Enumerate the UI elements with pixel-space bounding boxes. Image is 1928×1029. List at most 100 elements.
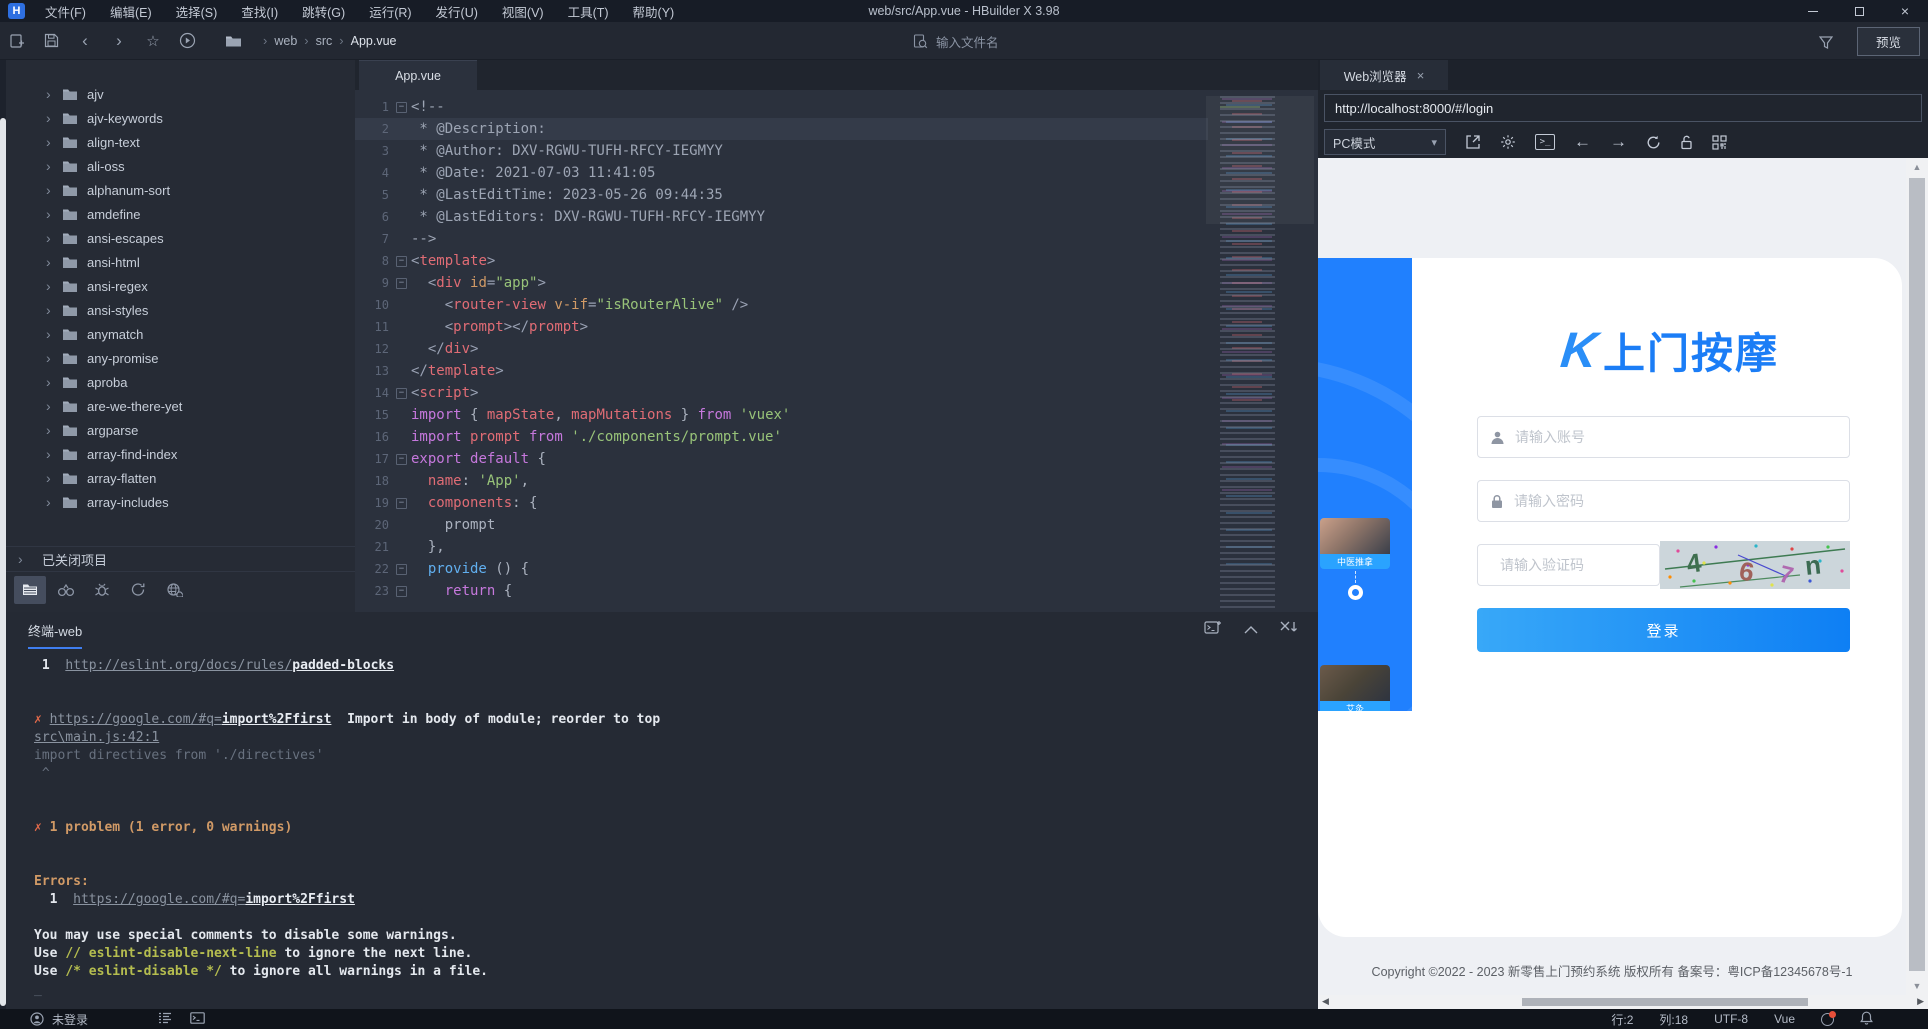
encoding-indicator[interactable]: UTF-8 <box>1714 1012 1748 1026</box>
settings-button[interactable] <box>1500 134 1516 150</box>
minimap[interactable] <box>1212 96 1310 608</box>
scroll-right-icon[interactable]: ▶ <box>1917 996 1924 1007</box>
minimize-button[interactable] <box>1790 0 1836 22</box>
fold-toggle[interactable] <box>396 146 407 157</box>
captcha-field[interactable] <box>1477 544 1660 586</box>
filter-button[interactable] <box>1809 29 1843 55</box>
chevron-right-icon[interactable] <box>46 470 62 486</box>
menu-item[interactable]: 视图(V) <box>492 0 554 23</box>
minimap-viewport[interactable] <box>1206 96 1314 224</box>
tree-item-folder[interactable]: ali-oss <box>6 154 355 178</box>
favorite-button[interactable]: ☆ <box>136 28 170 54</box>
breadcrumb-item[interactable]: src <box>297 33 332 48</box>
close-terminal-button[interactable] <box>1280 621 1298 637</box>
chevron-right-icon[interactable] <box>46 326 62 342</box>
fold-toggle[interactable] <box>396 476 407 487</box>
fold-toggle[interactable] <box>396 520 407 531</box>
fold-toggle[interactable]: − <box>396 256 407 267</box>
forward-button[interactable]: › <box>102 28 136 54</box>
menu-item[interactable]: 文件(F) <box>35 0 96 23</box>
login-status[interactable]: 未登录 <box>30 1011 88 1028</box>
captcha-input[interactable] <box>1500 557 1681 573</box>
tree-item-folder[interactable]: ajv <box>6 82 355 106</box>
tree-item-folder[interactable]: any-promise <box>6 346 355 370</box>
code-line[interactable]: 8 − <template> <box>355 250 1208 272</box>
chevron-right-icon[interactable] <box>46 494 62 510</box>
collapse-panel-button[interactable] <box>1244 622 1258 637</box>
tree-item-folder[interactable]: ansi-regex <box>6 274 355 298</box>
captcha-image[interactable]: 4 6 7 n <box>1660 541 1850 589</box>
tab-app-vue[interactable]: App.vue <box>359 60 477 90</box>
vertical-scroll-thumb[interactable] <box>1909 178 1925 971</box>
chevron-right-icon[interactable] <box>46 110 62 126</box>
fold-toggle[interactable] <box>396 124 407 135</box>
code-line[interactable]: 7 --> <box>355 228 1208 250</box>
notifications-button[interactable] <box>1860 1011 1873 1028</box>
code-line[interactable]: 2 * @Description: <box>355 118 1208 140</box>
fold-toggle[interactable]: − <box>396 498 407 509</box>
fold-toggle[interactable] <box>396 190 407 201</box>
chevron-right-icon[interactable] <box>46 302 62 318</box>
chevron-right-icon[interactable] <box>46 398 62 414</box>
language-mode-indicator[interactable]: Vue <box>1774 1012 1795 1026</box>
code-line[interactable]: 17 − export default { <box>355 448 1208 470</box>
save-button[interactable] <box>34 28 68 54</box>
code-line[interactable]: 6 * @LastEditors: DXV-RGWU-TUFH-RFCY-IEG… <box>355 206 1208 228</box>
chevron-right-icon[interactable] <box>46 374 62 390</box>
code-line[interactable]: 3 * @Author: DXV-RGWU-TUFH-RFCY-IEGMYY <box>355 140 1208 162</box>
new-file-button[interactable] <box>0 28 34 54</box>
chevron-right-icon[interactable] <box>46 278 62 294</box>
code-line[interactable]: 19 − components: { <box>355 492 1208 514</box>
code-line[interactable]: 11 <prompt></prompt> <box>355 316 1208 338</box>
menu-item[interactable]: 跳转(G) <box>292 0 355 23</box>
tree-item-folder[interactable]: array-find-index <box>6 442 355 466</box>
console-button[interactable] <box>1535 134 1555 150</box>
fold-toggle[interactable]: − <box>396 454 407 465</box>
menu-item[interactable]: 查找(I) <box>231 0 288 23</box>
tree-item-folder[interactable]: array-includes <box>6 490 355 514</box>
tree-item-folder[interactable]: array-flatten <box>6 466 355 490</box>
code-line[interactable]: 13 </template> <box>355 360 1208 382</box>
new-terminal-button[interactable] <box>1204 620 1222 638</box>
fold-toggle[interactable] <box>396 212 407 223</box>
password-input[interactable] <box>1514 493 1837 509</box>
cursor-row-indicator[interactable]: 行:2 <box>1611 1011 1633 1028</box>
fold-toggle[interactable]: − <box>396 388 407 399</box>
close-button[interactable]: × <box>1882 0 1928 22</box>
code-line[interactable]: 16 import prompt from './components/prom… <box>355 426 1208 448</box>
tree-item-folder[interactable]: ansi-escapes <box>6 226 355 250</box>
browser-back-button[interactable]: ← <box>1574 132 1591 152</box>
fold-toggle[interactable] <box>396 344 407 355</box>
menu-item[interactable]: 帮助(Y) <box>623 0 685 23</box>
closed-projects-row[interactable]: 已关闭项目 <box>6 546 355 571</box>
tree-item-folder[interactable]: alphanum-sort <box>6 178 355 202</box>
code-line[interactable]: 5 * @LastEditTime: 2023-05-26 09:44:35 <box>355 184 1208 206</box>
chevron-right-icon[interactable] <box>46 206 62 222</box>
browser-tab[interactable]: Web浏览器 × <box>1320 60 1448 90</box>
browser-forward-button[interactable]: → <box>1610 132 1627 152</box>
tree-item-folder[interactable]: ajv-keywords <box>6 106 355 130</box>
cursor-col-indicator[interactable]: 列:18 <box>1659 1011 1688 1028</box>
update-notification-icon[interactable] <box>1821 1013 1834 1026</box>
menu-item[interactable]: 编辑(E) <box>100 0 162 23</box>
horizontal-scroll-thumb[interactable] <box>1522 998 1808 1006</box>
code-line[interactable]: 9 − <div id="app"> <box>355 272 1208 294</box>
scroll-up-icon[interactable]: ▲ <box>1906 162 1928 172</box>
qrcode-button[interactable] <box>1712 135 1727 150</box>
chevron-right-icon[interactable] <box>46 254 62 270</box>
breadcrumb-item[interactable]: web <box>256 33 297 48</box>
fold-toggle[interactable] <box>396 366 407 377</box>
scroll-left-icon[interactable]: ◀ <box>1322 996 1329 1007</box>
menu-item[interactable]: 工具(T) <box>558 0 619 23</box>
debug-view-button[interactable] <box>86 576 118 604</box>
tree-item-folder[interactable]: amdefine <box>6 202 355 226</box>
run-button[interactable] <box>170 28 204 54</box>
code-editor[interactable]: App.vue 1 − <!-- 2 * @Description: 3 <box>355 60 1318 612</box>
scroll-down-icon[interactable]: ▼ <box>1906 981 1928 991</box>
maximize-button[interactable] <box>1836 0 1882 22</box>
chevron-right-icon[interactable] <box>46 230 62 246</box>
remote-view-button[interactable] <box>158 576 190 604</box>
fold-toggle[interactable] <box>396 168 407 179</box>
fold-toggle[interactable] <box>396 432 407 443</box>
tree-item-folder[interactable]: are-we-there-yet <box>6 394 355 418</box>
